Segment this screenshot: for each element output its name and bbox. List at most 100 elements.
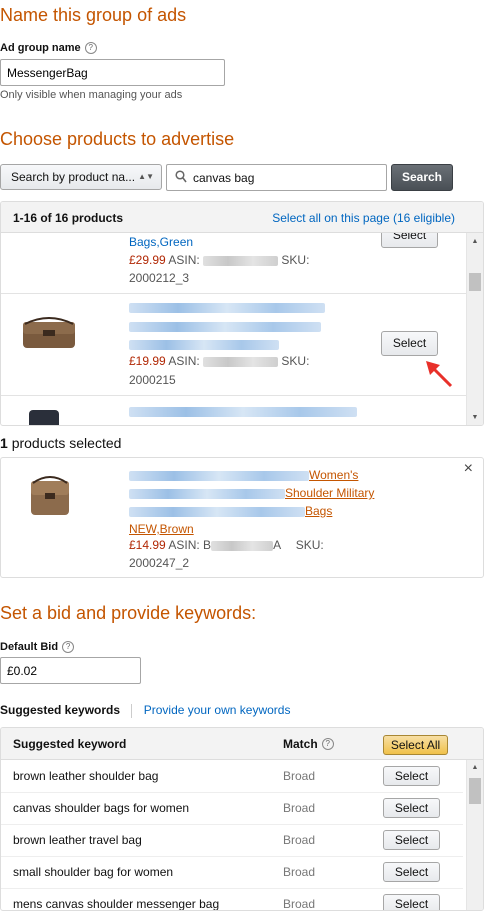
close-icon[interactable]: × <box>464 460 473 478</box>
title-line-1[interactable]: Women's <box>309 468 358 482</box>
title-line-2[interactable]: Shoulder Military <box>285 486 374 500</box>
search-field[interactable]: canvas bag <box>166 164 387 191</box>
product-meta: £29.99 ASIN: SKU: <box>129 253 309 267</box>
keyword-text: small shoulder bag for women <box>13 865 174 879</box>
product-thumbnail[interactable] <box>29 410 59 425</box>
select-all-page-link[interactable]: Select all on this page (16 eligible) <box>272 211 455 225</box>
ad-group-name-input[interactable] <box>0 59 225 86</box>
title-line-3[interactable]: Bags <box>305 504 332 518</box>
selected-count-number: 1 <box>0 435 8 451</box>
product-sku: 2000215 <box>129 373 176 387</box>
sku-label: SKU: <box>281 253 310 267</box>
tab-own-keywords[interactable]: Provide your own keywords <box>144 703 291 717</box>
keyword-text: mens canvas shoulder messenger bag <box>13 897 220 911</box>
select-keyword-button[interactable]: Select <box>383 766 440 786</box>
product-price: £19.99 <box>129 354 166 368</box>
scroll-down-icon[interactable]: ▼ <box>467 414 483 421</box>
asin-tail: A <box>273 538 281 552</box>
match-type: Broad <box>283 769 316 783</box>
help-icon[interactable]: ? <box>84 42 97 54</box>
select-keyword-button[interactable]: Select <box>383 830 440 850</box>
table-row: brown leather travel bag Broad Select <box>1 824 463 857</box>
selected-count-label: products selected <box>11 435 122 451</box>
list-item <box>1 396 466 425</box>
product-price: £14.99 <box>129 538 166 552</box>
match-type: Broad <box>283 897 316 911</box>
keyword-text: brown leather travel bag <box>13 833 142 847</box>
redacted-title-line <box>129 302 325 313</box>
selected-product-title[interactable]: Women's Shoulder Military Bags NEW,Brown <box>129 466 374 538</box>
product-thumbnail[interactable] <box>19 310 79 352</box>
help-icon[interactable]: ? <box>321 738 334 750</box>
select-all-keywords-button[interactable]: Select All <box>383 735 448 755</box>
asin-label: ASIN: <box>168 253 200 267</box>
search-by-value: Search by product na... <box>11 170 136 184</box>
selected-product-meta: £14.99 ASIN: B A SKU: <box>129 538 324 552</box>
selected-panel: Women's Shoulder Military Bags NEW,Brown… <box>0 457 484 578</box>
sku-label: SKU: <box>295 538 324 552</box>
results-count: 1-16 of 16 products <box>13 211 124 225</box>
redacted-title-line <box>129 488 285 499</box>
ad-group-name-label-text: Ad group name <box>0 42 81 54</box>
keyword-text: brown leather shoulder bag <box>13 769 159 783</box>
keyword-tabs: Suggested keywords Provide your own keyw… <box>0 703 290 718</box>
scroll-thumb[interactable] <box>469 778 481 804</box>
search-by-select[interactable]: Search by product na... ▲▼ <box>0 164 162 190</box>
ad-group-name-label: Ad group name ? <box>0 42 97 54</box>
results-panel: 1-16 of 16 products Select all on this p… <box>0 201 484 426</box>
product-title[interactable]: Bags,Green <box>129 235 193 249</box>
product-thumbnail[interactable] <box>23 473 77 519</box>
red-arrow-icon <box>426 361 453 388</box>
keywords-scrollbar[interactable]: ▲ <box>466 760 483 910</box>
redacted-title-line <box>129 406 357 417</box>
name-group-title: Name this group of ads <box>0 5 187 25</box>
col-match: Match ? <box>283 737 334 751</box>
title-line-4[interactable]: NEW,Brown <box>129 522 194 536</box>
product-meta: £19.99 ASIN: SKU: <box>129 354 309 368</box>
choose-products-title: Choose products to advertise <box>0 129 235 149</box>
tab-divider <box>131 703 133 718</box>
product-price: £29.99 <box>129 253 166 267</box>
redacted-title-line <box>129 470 309 481</box>
redacted-asin <box>211 540 274 551</box>
help-icon[interactable]: ? <box>62 641 75 653</box>
table-row: canvas shoulder bags for women Broad Sel… <box>1 792 463 825</box>
table-row: brown leather shoulder bag Broad Select <box>1 760 463 793</box>
match-type: Broad <box>283 801 316 815</box>
redacted-asin <box>203 255 279 266</box>
col-match-label: Match <box>283 737 318 751</box>
results-header: 1-16 of 16 products Select all on this p… <box>1 202 483 233</box>
list-item: Bags,Green £29.99 ASIN: SKU: 2000212_3 S… <box>1 233 466 294</box>
default-bid-label: Default Bid ? <box>0 641 75 653</box>
select-keyword-button[interactable]: Select <box>383 894 440 910</box>
select-button[interactable]: Select <box>381 233 438 248</box>
select-keyword-button[interactable]: Select <box>383 798 440 818</box>
sku-label: SKU: <box>281 354 310 368</box>
search-button[interactable]: Search <box>391 164 453 191</box>
product-title[interactable] <box>129 404 357 425</box>
product-sku: 2000212_3 <box>129 271 190 285</box>
redacted-title-line <box>129 506 305 517</box>
default-bid-input[interactable] <box>0 657 141 684</box>
col-suggested-keyword: Suggested keyword <box>13 737 127 751</box>
product-title[interactable] <box>129 300 325 350</box>
scroll-up-icon[interactable]: ▲ <box>467 238 483 245</box>
search-input[interactable]: canvas bag <box>193 171 254 185</box>
asin-label: ASIN: B <box>168 538 212 552</box>
scroll-up-icon[interactable]: ▲ <box>467 764 483 771</box>
default-bid-label-text: Default Bid <box>0 641 59 653</box>
ad-group-name-hint: Only visible when managing your ads <box>0 89 183 101</box>
scroll-thumb[interactable] <box>469 273 481 291</box>
match-type: Broad <box>283 833 316 847</box>
selected-count: 1 products selected <box>0 435 121 451</box>
results-list: Bags,Green £29.99 ASIN: SKU: 2000212_3 S… <box>1 233 466 425</box>
results-scrollbar[interactable]: ▲ ▼ <box>466 233 483 425</box>
select-button[interactable]: Select <box>381 331 438 356</box>
list-item: £19.99 ASIN: SKU: 2000215 Select <box>1 294 466 396</box>
select-keyword-button[interactable]: Select <box>383 862 440 882</box>
keywords-header: Suggested keyword Match ? Select All <box>1 728 483 760</box>
tab-suggested-keywords[interactable]: Suggested keywords <box>0 703 120 717</box>
redacted-title-line <box>129 340 279 350</box>
match-type: Broad <box>283 865 316 879</box>
redacted-asin <box>203 356 279 367</box>
